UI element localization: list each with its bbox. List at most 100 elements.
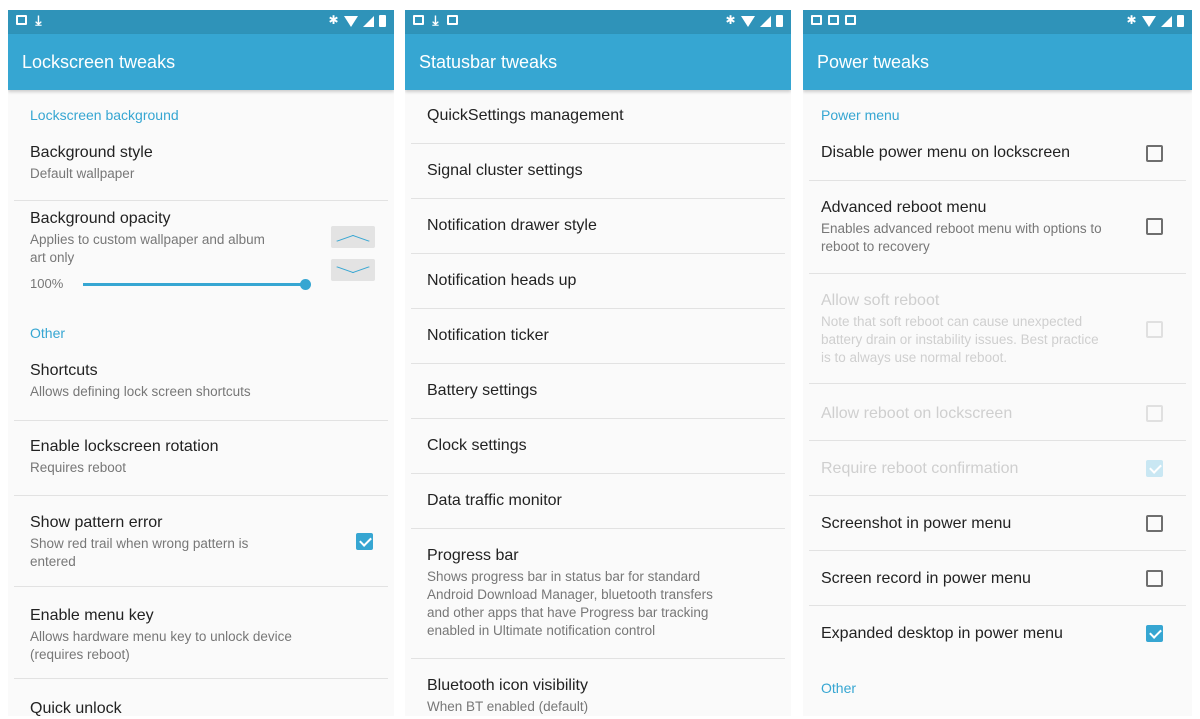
signal-icon — [363, 15, 374, 27]
pref-heads-up[interactable]: Notification heads up — [405, 272, 791, 290]
pattern-error-checkbox[interactable] — [356, 533, 373, 550]
app-bar: Statusbar tweaks — [405, 34, 791, 90]
page-title: Power tweaks — [817, 51, 930, 72]
pref-title: Allow soft reboot — [821, 292, 940, 309]
divider — [411, 418, 785, 419]
pref-title: Shortcuts — [30, 362, 98, 379]
wifi-icon — [344, 15, 358, 27]
wifi-icon — [741, 15, 755, 27]
reboot-lockscreen-checkbox — [1146, 405, 1163, 422]
divider — [809, 440, 1186, 441]
battery-icon — [379, 14, 386, 27]
chevron-up-icon — [336, 234, 370, 247]
divider — [14, 678, 388, 679]
screenshot-icon — [845, 15, 856, 25]
divider — [809, 383, 1186, 384]
pref-screenshot-power-menu[interactable]: Screenshot in power menu — [803, 515, 1132, 533]
pref-expanded-desktop-power-menu[interactable]: Expanded desktop in power menu — [803, 625, 1132, 643]
divider — [809, 273, 1186, 274]
pref-disable-power-menu-lockscreen[interactable]: Disable power menu on lockscreen — [803, 144, 1132, 162]
pref-bluetooth-icon[interactable]: Bluetooth icon visibility When BT enable… — [405, 677, 791, 716]
divider — [809, 605, 1186, 606]
expanded-desktop-checkbox[interactable] — [1146, 625, 1163, 642]
bluetooth-icon: ✱ — [725, 13, 736, 27]
opacity-slider-track[interactable] — [83, 283, 305, 286]
pref-title: Battery settings — [427, 382, 538, 399]
bluetooth-icon: ✱ — [1126, 13, 1137, 27]
opacity-increase-button[interactable] — [331, 226, 375, 248]
divider — [809, 180, 1186, 181]
screenshot-checkbox[interactable] — [1146, 515, 1163, 532]
pref-battery[interactable]: Battery settings — [405, 382, 791, 400]
pref-drawer-style[interactable]: Notification drawer style — [405, 217, 791, 235]
image-icon — [828, 15, 839, 25]
pref-title: Show pattern error — [30, 514, 163, 531]
pref-background-opacity[interactable]: Background opacity Applies to custom wal… — [8, 210, 304, 267]
pref-summary: Allows defining lock screen shortcuts — [30, 384, 251, 399]
advanced-reboot-checkbox[interactable] — [1146, 218, 1163, 235]
pref-title: Bluetooth icon visibility — [427, 677, 588, 694]
pref-quicksettings[interactable]: QuickSettings management — [405, 107, 791, 125]
pref-title: Expanded desktop in power menu — [821, 625, 1063, 642]
pref-title: Quick unlock — [30, 700, 122, 716]
pref-summary: Allows hardware menu key to unlock devic… — [30, 629, 292, 662]
divider — [411, 473, 785, 474]
divider — [411, 308, 785, 309]
divider — [411, 528, 785, 529]
power-panel: ✱ Power tweaks Power menu Disable power … — [803, 10, 1192, 716]
app-bar: Lockscreen tweaks — [8, 34, 394, 90]
pref-title: Notification heads up — [427, 272, 577, 289]
bluetooth-icon: ✱ — [328, 13, 339, 27]
divider — [411, 198, 785, 199]
page-title: Statusbar tweaks — [419, 51, 558, 72]
pref-background-style[interactable]: Background style Default wallpaper — [8, 144, 394, 183]
section-header-other: Other — [821, 680, 857, 696]
pref-title: Allow reboot on lockscreen — [821, 405, 1013, 422]
section-header-power-menu: Power menu — [821, 107, 900, 123]
pref-quick-unlock[interactable]: Quick unlock — [8, 700, 394, 716]
chevron-down-icon — [336, 260, 370, 273]
pref-title: Progress bar — [427, 547, 519, 564]
pref-allow-soft-reboot: Allow soft reboot Note that soft reboot … — [803, 292, 1132, 367]
opacity-decrease-button[interactable] — [331, 259, 375, 281]
download-icon: ⤓ — [35, 12, 42, 28]
pref-advanced-reboot[interactable]: Advanced reboot menu Enables advanced re… — [803, 199, 1132, 256]
pref-title: Clock settings — [427, 437, 527, 454]
image-icon — [16, 15, 27, 25]
pref-signal-cluster[interactable]: Signal cluster settings — [405, 162, 791, 180]
pref-title: Background opacity — [30, 210, 171, 227]
status-bar: ✱ — [803, 10, 1192, 34]
opacity-value-label: 100% — [30, 276, 64, 291]
pref-title: Enable menu key — [30, 607, 154, 624]
pref-progress-bar[interactable]: Progress bar Shows progress bar in statu… — [405, 547, 751, 640]
divider — [14, 200, 388, 201]
pref-summary: Enables advanced reboot menu with option… — [821, 221, 1102, 254]
pref-ticker[interactable]: Notification ticker — [405, 327, 791, 345]
divider — [14, 495, 388, 496]
section-header-lockscreen-background: Lockscreen background — [30, 107, 179, 123]
pref-title: Screen record in power menu — [821, 570, 1031, 587]
lockscreen-panel: ⤓ ✱ Lockscreen tweaks Lockscreen backgro… — [8, 10, 394, 716]
download-icon: ⤓ — [432, 12, 439, 28]
pref-shortcuts[interactable]: Shortcuts Allows defining lock screen sh… — [8, 362, 394, 401]
pref-clock[interactable]: Clock settings — [405, 437, 791, 455]
statusbar-panel: ⤓ ✱ Statusbar tweaks QuickSettings manag… — [405, 10, 791, 716]
pref-lockscreen-rotation[interactable]: Enable lockscreen rotation Requires rebo… — [8, 438, 394, 477]
divider — [809, 495, 1186, 496]
screen-record-checkbox[interactable] — [1146, 570, 1163, 587]
signal-icon — [760, 15, 771, 27]
pref-data-traffic[interactable]: Data traffic monitor — [405, 492, 791, 510]
screenshot-icon — [413, 15, 424, 25]
opacity-slider-thumb[interactable] — [300, 279, 311, 290]
disable-power-menu-checkbox[interactable] — [1146, 145, 1163, 162]
pref-enable-menu-key[interactable]: Enable menu key Allows hardware menu key… — [8, 607, 354, 664]
divider — [809, 550, 1186, 551]
pref-summary: When BT enabled (default) — [427, 699, 589, 714]
page-title: Lockscreen tweaks — [22, 51, 176, 72]
section-header-other: Other — [30, 325, 66, 341]
pref-title: Require reboot confirmation — [821, 460, 1019, 477]
pref-show-pattern-error[interactable]: Show pattern error Show red trail when w… — [8, 514, 304, 571]
pref-summary: Default wallpaper — [30, 166, 135, 181]
pref-title: Notification drawer style — [427, 217, 597, 234]
pref-screen-record-power-menu[interactable]: Screen record in power menu — [803, 570, 1132, 588]
